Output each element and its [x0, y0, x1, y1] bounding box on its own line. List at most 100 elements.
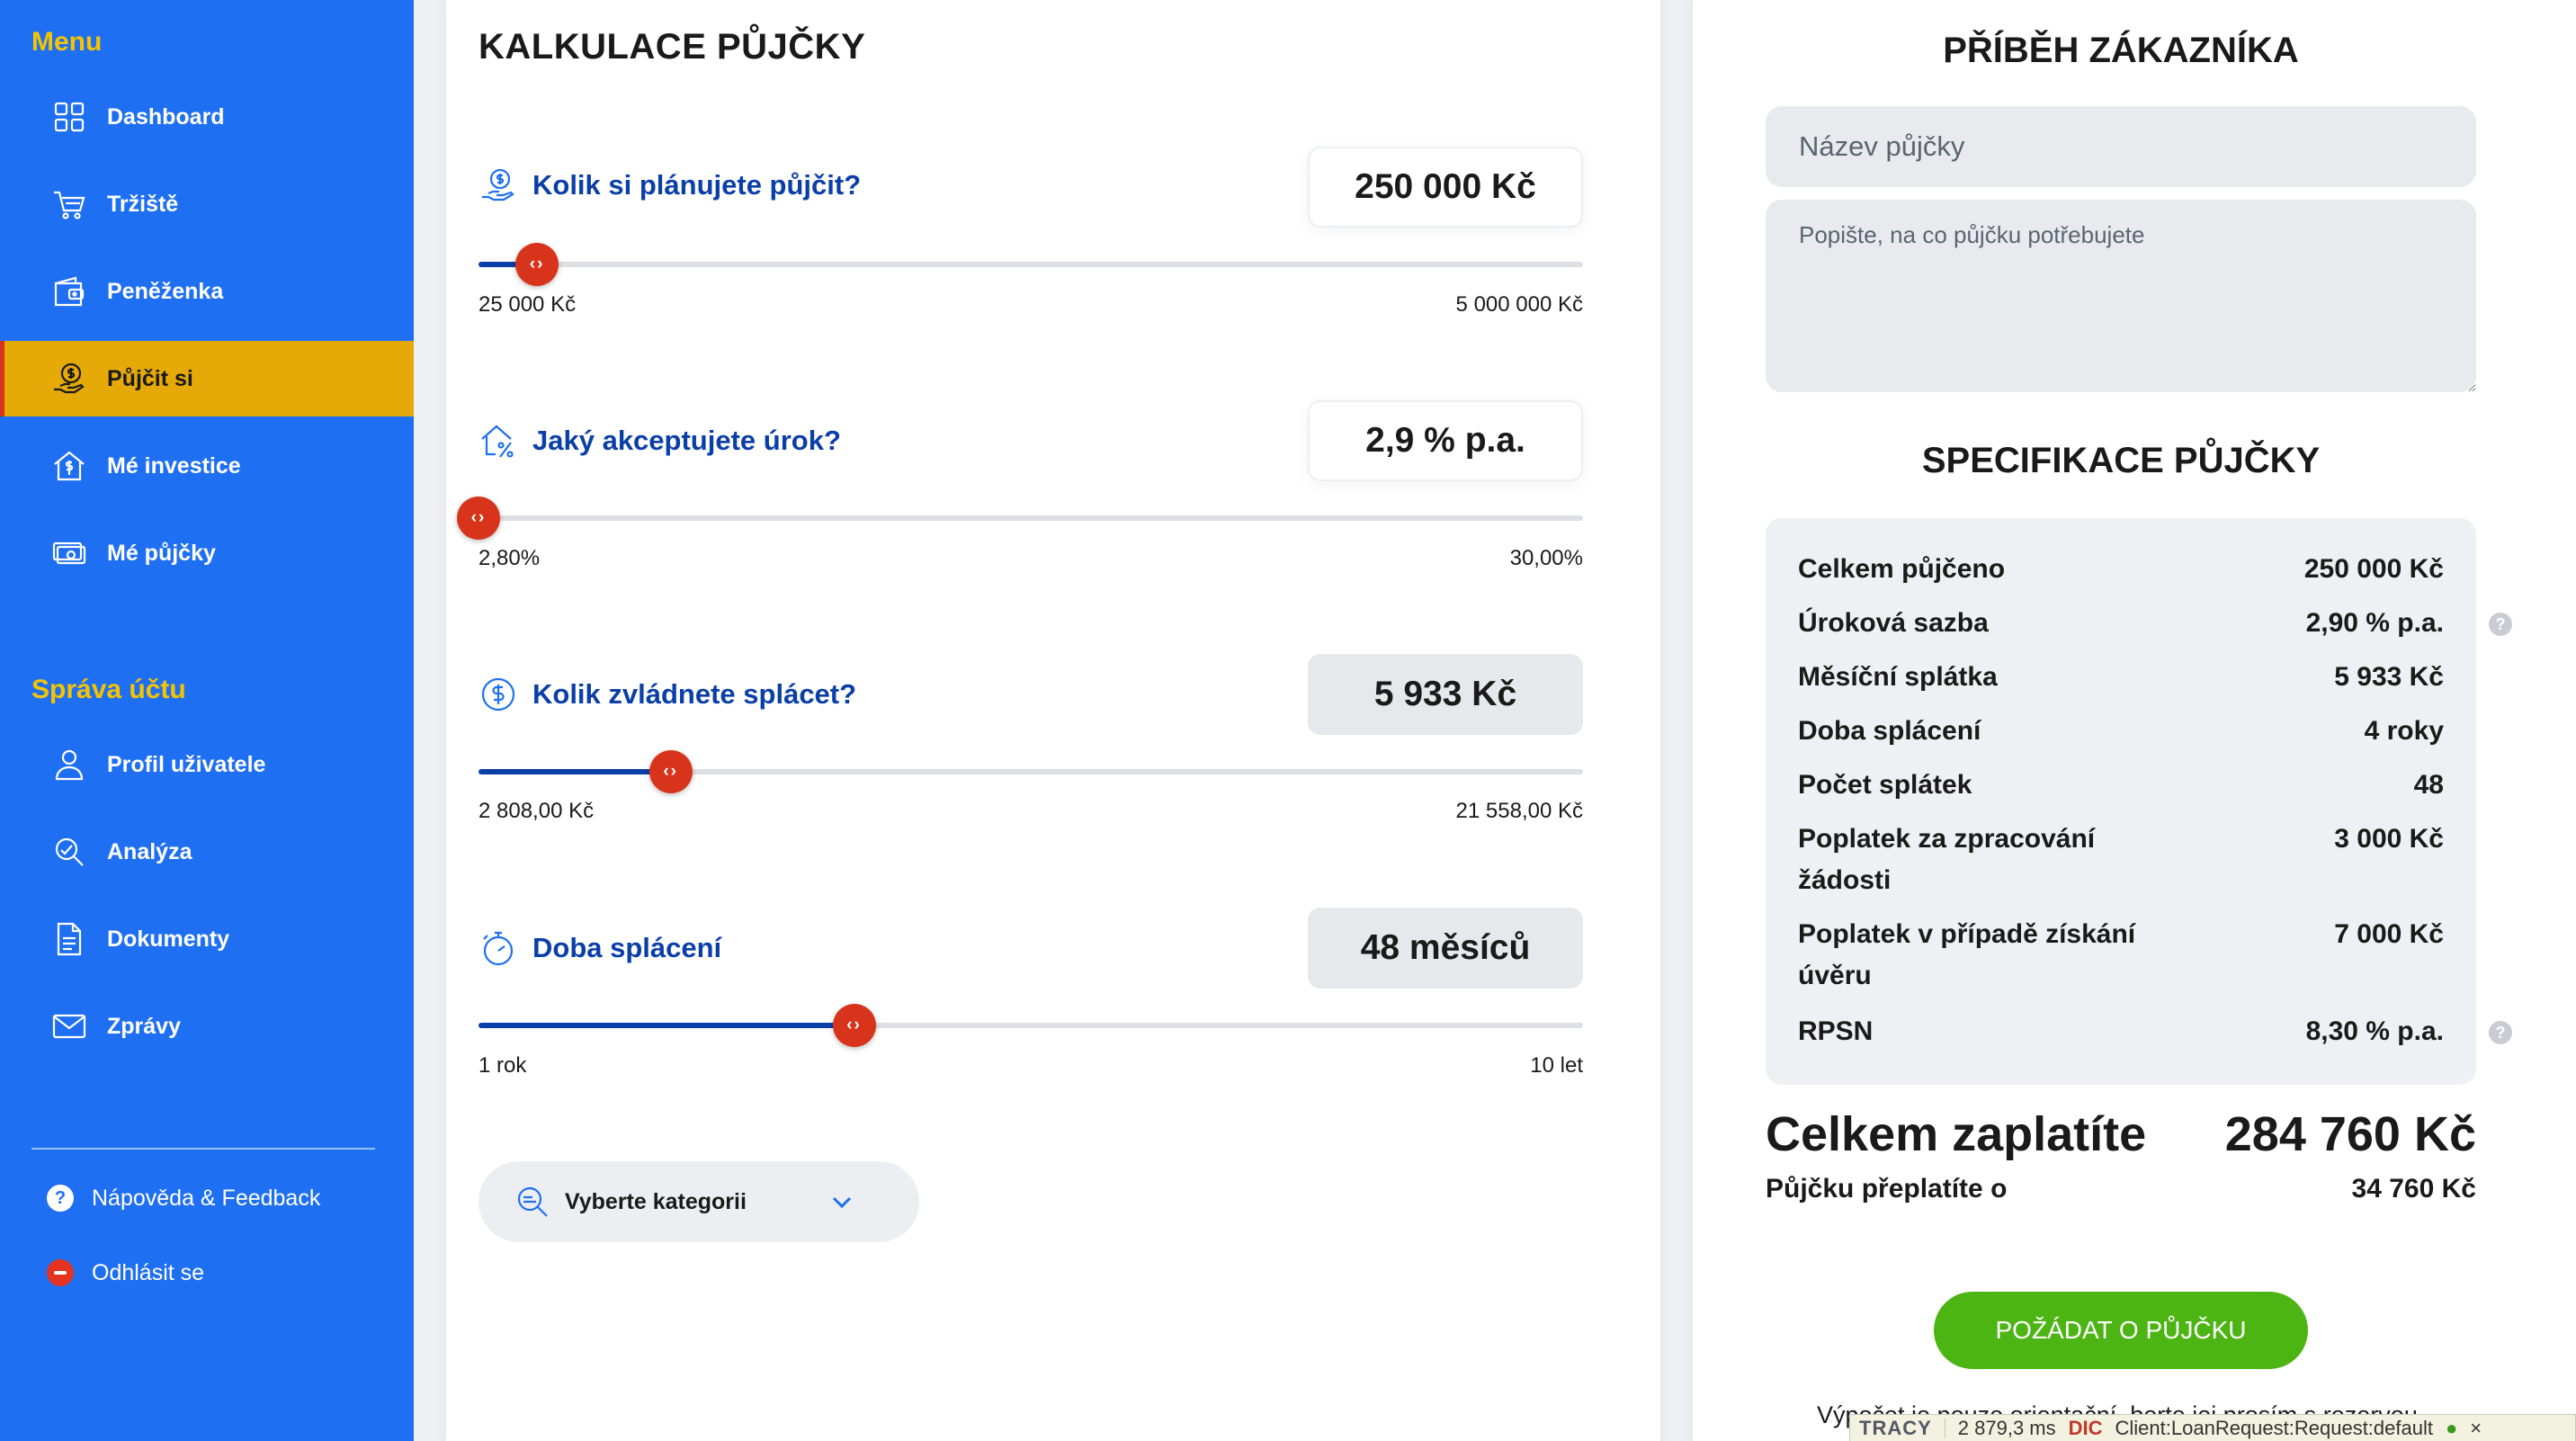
spec-label: RPSN: [1798, 1016, 1874, 1046]
tracy-logo[interactable]: TRACY: [1859, 1417, 1932, 1440]
amount-slider-track[interactable]: ‹›: [479, 243, 1583, 286]
sidebar-item-label: Mé půjčky: [107, 540, 216, 566]
total-payment-label: Celkem zaplatíte: [1766, 1107, 2147, 1161]
rate-min-label: 2,80%: [479, 546, 541, 570]
logout-label: Odhlásit se: [92, 1259, 205, 1285]
payment-min-label: 2 808,00 Kč: [479, 799, 595, 823]
tracy-close-button[interactable]: ×: [2470, 1417, 2482, 1440]
overpayment-row: Půjčku přeplatíte o 34 760 Kč: [1766, 1174, 2476, 1204]
sidebar-item-label: Profil uživatele: [107, 751, 266, 777]
spec-value: 5 933 Kč: [2334, 662, 2444, 692]
spec-label: Úroková sazba: [1798, 608, 1989, 638]
logout-icon: [47, 1259, 74, 1286]
spec-label: Počet splátek: [1798, 770, 1972, 800]
sidebar-item-label: Dashboard: [107, 103, 225, 130]
spec-row-monthly-payment: Měsíční splátka 5 933 Kč: [1798, 657, 2444, 698]
slider-question-text: Jaký akceptujete úrok?: [532, 425, 841, 456]
help-feedback-link[interactable]: ? Nápověda & Feedback: [47, 1178, 320, 1218]
slider-question-text: Kolik zvládnete splácet?: [532, 678, 857, 710]
spec-label: Celkem půjčeno: [1798, 554, 2006, 584]
payment-slider-fill: [479, 769, 671, 774]
sidebar-item-label: Mé investice: [107, 452, 241, 479]
payment-slider-track[interactable]: ‹›: [479, 750, 1583, 793]
sidebar-item-profile[interactable]: Profil uživatele: [0, 727, 414, 802]
coin-hand-icon: [49, 359, 89, 398]
house-percent-icon: [481, 425, 514, 458]
payment-max-label: 21 558,00 Kč: [1455, 799, 1583, 823]
sidebar-item-wallet[interactable]: Peněženka: [0, 254, 414, 329]
payment-slider-thumb[interactable]: ‹›: [648, 750, 693, 793]
spec-value: 7 000 Kč: [2334, 919, 2444, 949]
house-dollar-icon: [49, 446, 89, 486]
sidebar-divider: [31, 1148, 375, 1150]
sidebar-item-messages[interactable]: Zprávy: [0, 989, 414, 1064]
spec-label: Poplatek v případě získání úvěru: [1798, 919, 2136, 990]
amount-value-input[interactable]: 250 000 Kč: [1308, 147, 1583, 228]
cash-icon: [49, 533, 89, 573]
tracy-di-panel[interactable]: DIC: [2069, 1417, 2103, 1440]
sidebar-item-label: Analýza: [107, 838, 192, 864]
duration-max-label: 10 let: [1530, 1053, 1583, 1078]
duration-slider-fill: [479, 1023, 854, 1028]
sidebar-item-borrow[interactable]: Půjčit si: [0, 341, 414, 416]
spec-row-rpsn: RPSN 8,30 % p.a.: [1798, 1011, 2444, 1052]
sidebar-item-marketplace[interactable]: Tržiště: [0, 166, 414, 242]
sidebar-item-analysis[interactable]: Analýza: [0, 814, 414, 890]
document-icon: [49, 919, 89, 959]
analysis-icon: [49, 832, 89, 872]
overpayment-value: 34 760 Kč: [2351, 1174, 2476, 1204]
dollar-circle-icon: [481, 677, 515, 712]
cart-icon: [49, 184, 89, 224]
spec-value: 250 000 Kč: [2303, 554, 2444, 584]
tracy-request[interactable]: Client:LoanRequest:Request:default: [2115, 1417, 2433, 1440]
loan-description-textarea[interactable]: [1766, 200, 2476, 392]
chevron-down-icon: [832, 1196, 852, 1209]
tracy-debug-bar[interactable]: TRACY 2 879,3 ms DIC Client:LoanRequest:…: [1849, 1414, 2576, 1441]
sidebar-item-label: Dokumenty: [107, 926, 230, 952]
sidebar-item-dashboard[interactable]: Dashboard: [0, 79, 414, 155]
spec-value: 48: [2413, 770, 2444, 800]
logout-link[interactable]: Odhlásit se: [47, 1253, 204, 1293]
sidebar-item-label: Tržiště: [107, 191, 179, 217]
spec-value: 8,30 % p.a.: [2305, 1016, 2444, 1046]
sidebar-item-my-loans[interactable]: Mé půjčky: [0, 515, 414, 591]
sidebar-item-label: Půjčit si: [107, 365, 193, 391]
request-loan-button[interactable]: POŽÁDAT O PŮJČKU: [1934, 1292, 2308, 1369]
rate-slider-track[interactable]: ‹›: [457, 497, 1583, 540]
duration-min-label: 1 rok: [479, 1053, 527, 1078]
spec-label: Poplatek za zpracování žádosti: [1798, 824, 2096, 895]
category-select-label: Vyberte kategorii: [565, 1188, 747, 1214]
sidebar-item-label: Zprávy: [107, 1013, 181, 1039]
question-icon: ?: [47, 1185, 74, 1212]
sidebar-item-documents[interactable]: Dokumenty: [0, 901, 414, 977]
category-select[interactable]: Vyberte kategorii: [479, 1161, 919, 1242]
spec-row-interest-rate: Úroková sazba 2,90 % p.a.: [1798, 603, 2444, 644]
interest-rate-help-icon[interactable]: ?: [2489, 613, 2512, 636]
customer-story-title: PŘÍBĚH ZÁKAZNÍKA: [1943, 31, 2299, 70]
loan-spec-title: SPECIFIKACE PŮJČKY: [1921, 441, 2321, 480]
rpsn-help-icon[interactable]: ?: [2489, 1021, 2512, 1044]
overpayment-label: Půjčku přeplatíte o: [1766, 1174, 2008, 1204]
total-payment-value: 284 760 Kč: [2224, 1107, 2476, 1161]
spec-value: 2,90 % p.a.: [2305, 608, 2444, 638]
user-icon: [49, 745, 89, 784]
duration-slider-thumb[interactable]: ‹›: [832, 1004, 876, 1047]
sidebar-item-investments[interactable]: Mé investice: [0, 428, 414, 504]
slider-question-text: Doba splácení: [532, 932, 722, 963]
stopwatch-icon: [483, 931, 514, 966]
mail-icon: [49, 1007, 89, 1046]
help-feedback-label: Nápověda & Feedback: [92, 1185, 321, 1211]
duration-slider-track[interactable]: ‹›: [479, 1004, 1583, 1047]
calculator-title: KALKULACE PŮJČKY: [479, 27, 866, 67]
account-heading: Správa účtu: [31, 675, 186, 704]
spec-row-duration: Doba splácení 4 roky: [1798, 711, 2444, 752]
sidebar: Menu Dashboard Tržiště Peněženka Půjčit …: [0, 0, 414, 1441]
menu-heading: Menu: [31, 27, 103, 57]
loan-name-input[interactable]: [1766, 106, 2476, 187]
tracy-time[interactable]: 2 879,3 ms: [1958, 1417, 2056, 1440]
rate-slider-thumb[interactable]: ‹›: [457, 497, 500, 540]
amount-slider-thumb[interactable]: ‹›: [515, 243, 559, 286]
tracy-user-icon[interactable]: ●: [2446, 1417, 2457, 1440]
rate-value-input[interactable]: 2,9 % p.a.: [1308, 400, 1583, 481]
spec-row-installment-count: Počet splátek 48: [1798, 765, 2444, 806]
